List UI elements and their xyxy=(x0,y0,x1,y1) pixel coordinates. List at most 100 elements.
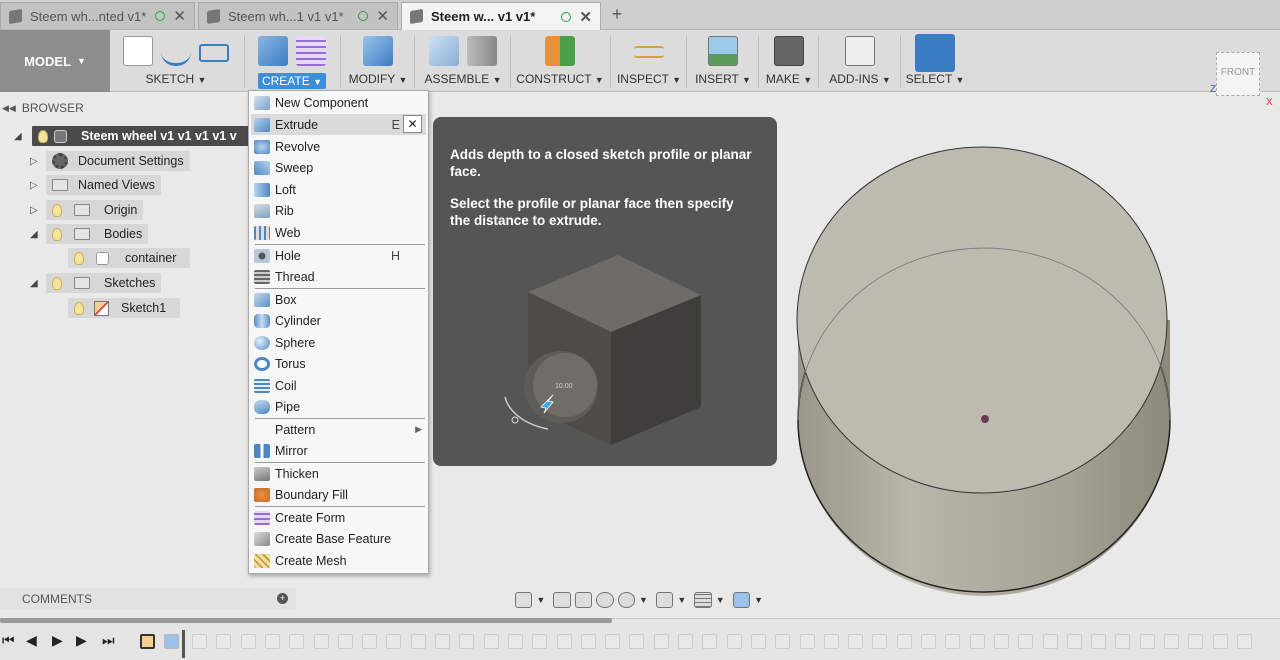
menu-item-pattern[interactable]: Pattern ▶ xyxy=(251,419,426,440)
rectangle-icon[interactable] xyxy=(199,44,229,62)
browser-item-sketch1[interactable]: Sketch1 xyxy=(68,298,180,318)
timeline-feature[interactable] xyxy=(1236,634,1252,649)
timeline-feature[interactable] xyxy=(872,634,888,649)
timeline-feature[interactable] xyxy=(362,634,378,649)
view-cube[interactable]: FRONT xyxy=(1216,52,1260,96)
close-tab-icon[interactable]: ✕ xyxy=(173,7,186,25)
joint-icon[interactable] xyxy=(467,36,497,66)
new-tab-button[interactable]: + xyxy=(606,4,628,25)
timeline-feature[interactable] xyxy=(289,634,305,649)
timeline-feature[interactable] xyxy=(1091,634,1107,649)
timeline-feature[interactable] xyxy=(313,634,329,649)
expand-arrow-icon[interactable]: ▷ xyxy=(30,205,38,216)
visibility-bulb-icon[interactable] xyxy=(52,203,62,217)
menu-item-create-base-feature[interactable]: Create Base Feature xyxy=(251,528,426,549)
document-settings-node[interactable]: Document Settings xyxy=(46,151,190,171)
menu-item-rib[interactable]: Rib xyxy=(251,200,426,221)
timeline-feature[interactable] xyxy=(483,634,499,649)
menu-item-torus[interactable]: Torus xyxy=(251,353,426,374)
timeline-feature[interactable] xyxy=(1066,634,1082,649)
fit-icon[interactable] xyxy=(617,592,636,608)
timeline-feature[interactable] xyxy=(750,634,766,649)
timeline-feature[interactable] xyxy=(823,634,839,649)
timeline-feature[interactable] xyxy=(848,634,864,649)
line-icon[interactable] xyxy=(161,36,191,66)
menu-item-thread[interactable]: Thread xyxy=(251,266,426,287)
offset-plane-icon[interactable] xyxy=(545,36,575,66)
timeline-feature[interactable] xyxy=(799,634,815,649)
chevron-down-icon[interactable]: ▼ xyxy=(639,595,648,605)
workspace-switcher[interactable]: MODEL ▼ xyxy=(0,30,110,92)
timeline-feature[interactable] xyxy=(653,634,669,649)
menu-item-thicken[interactable]: Thicken xyxy=(251,463,426,484)
browser-item-named-views[interactable]: ▷ Named Views xyxy=(30,175,161,195)
extrude-icon[interactable] xyxy=(258,36,288,66)
pan-hand-icon[interactable] xyxy=(574,592,593,608)
sketches-node[interactable]: Sketches xyxy=(46,273,162,293)
orbit-icon[interactable] xyxy=(515,592,533,608)
timeline-feature[interactable] xyxy=(775,634,791,649)
3d-print-icon[interactable] xyxy=(774,36,804,66)
display-settings-icon[interactable] xyxy=(655,592,674,608)
timeline-scrollbar[interactable] xyxy=(0,618,612,623)
expand-arrow-icon[interactable]: ▷ xyxy=(30,156,38,167)
expand-arrow-icon[interactable]: ▷ xyxy=(30,180,38,191)
zoom-icon[interactable] xyxy=(596,592,614,608)
timeline-feature[interactable] xyxy=(580,634,596,649)
new-component-icon[interactable] xyxy=(429,36,459,66)
timeline-feature[interactable] xyxy=(337,634,353,649)
timeline-feature[interactable] xyxy=(410,634,426,649)
timeline-feature[interactable] xyxy=(532,634,548,649)
chevron-down-icon[interactable]: ▼ xyxy=(716,595,725,605)
look-at-icon[interactable] xyxy=(553,592,571,608)
sketch-point[interactable] xyxy=(981,415,989,423)
bodies-node[interactable]: Bodies xyxy=(46,224,149,244)
collapse-arrow-icon[interactable]: ◢ xyxy=(30,278,38,289)
insert-image-icon[interactable] xyxy=(708,36,738,66)
timeline-feature[interactable] xyxy=(1212,634,1228,649)
visibility-bulb-icon[interactable] xyxy=(74,251,84,265)
menu-item-hole[interactable]: Hole H xyxy=(251,245,426,266)
browser-root[interactable]: ◢ Steem wheel v1 v1 v1 v1 v xyxy=(14,126,264,146)
document-tab-2[interactable]: Steem wh...1 v1 v1* ✕ xyxy=(198,2,398,29)
visibility-bulb-icon[interactable] xyxy=(52,276,62,290)
collapse-left-icon[interactable]: ◀◀ xyxy=(2,103,16,114)
press-pull-icon[interactable] xyxy=(363,36,393,66)
create-sketch-icon[interactable] xyxy=(123,36,153,66)
measure-icon[interactable] xyxy=(634,46,664,58)
timeline-marker[interactable] xyxy=(182,630,185,658)
root-component[interactable]: Steem wheel v1 v1 v1 v1 v xyxy=(32,126,264,146)
timeline-feature[interactable] xyxy=(702,634,718,649)
menu-item-revolve[interactable]: Revolve xyxy=(251,136,426,157)
cylinder-top-face[interactable] xyxy=(796,146,1168,494)
addins-group[interactable]: ADD-INS ▼ xyxy=(822,30,898,92)
step-back-icon[interactable]: ◀ xyxy=(26,632,37,649)
document-tab-3[interactable]: Steem w... v1 v1* ✕ xyxy=(401,2,601,30)
chevron-down-icon[interactable]: ▼ xyxy=(754,595,763,605)
browser-item-bodies[interactable]: ◢ Bodies xyxy=(30,224,149,244)
go-to-end-icon[interactable]: ⏭ xyxy=(102,632,115,649)
make-group[interactable]: MAKE ▼ xyxy=(762,30,816,92)
visibility-bulb-icon[interactable] xyxy=(52,227,62,241)
timeline-feature[interactable] xyxy=(969,634,985,649)
scripts-icon[interactable] xyxy=(845,36,875,66)
browser-header[interactable]: ◀◀ BROWSER xyxy=(0,98,250,118)
viewports-icon[interactable] xyxy=(732,592,751,608)
browser-item-container[interactable]: container xyxy=(68,248,190,268)
menu-item-new-component[interactable]: New Component xyxy=(251,92,426,113)
timeline-feature[interactable] xyxy=(459,634,475,649)
create-group[interactable]: CREATE ▼ xyxy=(248,30,336,92)
menu-item-create-form[interactable]: Create Form xyxy=(251,507,426,528)
menu-item-loft[interactable]: Loft xyxy=(251,179,426,200)
menu-item-create-mesh[interactable]: Create Mesh xyxy=(251,550,426,571)
collapse-arrow-icon[interactable]: ◢ xyxy=(30,229,38,240)
close-tab-icon[interactable]: ✕ xyxy=(579,8,592,26)
close-tab-icon[interactable]: ✕ xyxy=(376,7,389,25)
add-comment-icon[interactable]: + xyxy=(277,593,288,604)
browser-item-document-settings[interactable]: ▷ Document Settings xyxy=(30,151,190,171)
go-to-start-icon[interactable]: ⏮ xyxy=(2,632,15,649)
timeline-feature[interactable] xyxy=(507,634,523,649)
assemble-group[interactable]: ASSEMBLE ▼ xyxy=(418,30,508,92)
insert-group[interactable]: INSERT ▼ xyxy=(690,30,756,92)
comments-panel[interactable]: COMMENTS + xyxy=(0,588,296,610)
